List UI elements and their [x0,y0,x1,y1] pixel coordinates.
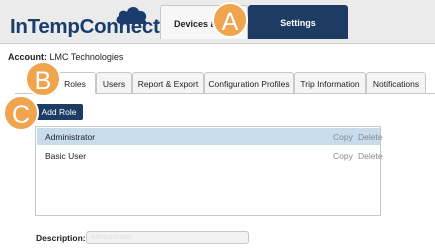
callout-c: C [3,95,39,131]
role-row-basic-user[interactable]: Basic User Copy Delete [37,147,383,164]
role-name: Administrator [45,132,96,142]
tab-trip-information[interactable]: Trip Information [294,72,366,94]
callout-a: A [212,2,248,38]
app-logo[interactable]: InTempConnect TM [10,6,161,39]
callout-b: B [25,61,61,97]
tab-report-export[interactable]: Report & Export [132,72,204,94]
logo-text: InTempConnect [10,15,160,38]
roles-list: Administrator Copy Delete Basic User Cop… [35,126,383,216]
account-name: LMC Technologies [49,52,124,62]
delete-role-link[interactable]: Delete [358,132,383,142]
delete-role-link[interactable]: Delete [358,151,383,161]
tab-configuration-profiles[interactable]: Configuration Profiles [204,72,294,94]
tab-users[interactable]: Users [96,72,132,94]
description-label: Description: [36,233,86,243]
nav-tab-settings[interactable]: Settings [248,5,348,39]
account-label: Account: LMC Technologies [8,52,123,62]
copy-role-link[interactable]: Copy [333,151,353,161]
add-role-button[interactable]: Add Role [35,104,83,120]
description-input[interactable] [86,231,249,244]
role-row-administrator[interactable]: Administrator Copy Delete [37,128,383,145]
tab-notifications[interactable]: Notifications [366,72,426,94]
copy-role-link[interactable]: Copy [333,132,353,142]
role-name: Basic User [45,151,87,161]
